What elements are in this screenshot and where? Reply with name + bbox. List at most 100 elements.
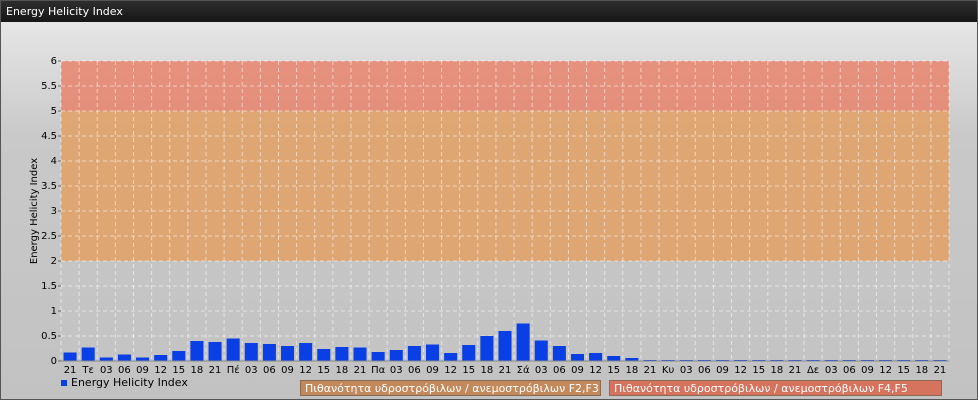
- y-tick-label: 4: [51, 156, 57, 167]
- x-tick-label: 15: [317, 365, 330, 376]
- bar: [552, 346, 566, 361]
- legend-series-label: Energy Helicity Index: [71, 376, 188, 389]
- bar: [407, 346, 421, 361]
- x-tick-label: 09: [861, 365, 874, 376]
- x-tick-label: 03: [535, 365, 548, 376]
- bar: [244, 343, 258, 361]
- x-tick-label: 03: [390, 365, 403, 376]
- x-tick-label: 06: [263, 365, 276, 376]
- y-tick-label: 5: [51, 106, 57, 117]
- x-tick-label: 12: [734, 365, 747, 376]
- y-tick-label: 0: [51, 356, 57, 367]
- x-tick-label: 18: [770, 365, 783, 376]
- bar: [63, 352, 77, 361]
- y-tick-label: 1.5: [41, 281, 57, 292]
- x-tick-label: 03: [100, 365, 113, 376]
- bar: [208, 342, 222, 361]
- y-tick-label: 2: [51, 256, 57, 267]
- bar: [99, 357, 113, 361]
- bar: [262, 344, 276, 361]
- x-tick-label: 15: [462, 365, 475, 376]
- legend: Energy Helicity Index: [61, 376, 188, 389]
- x-tick-label: 15: [752, 365, 765, 376]
- x-tick-label: 15: [607, 365, 620, 376]
- x-tick-label: 09: [281, 365, 294, 376]
- bar: [335, 347, 349, 361]
- bar: [371, 352, 385, 361]
- bar: [607, 356, 621, 361]
- y-tick-label: 5.5: [41, 81, 57, 92]
- x-tick-label: 15: [172, 365, 185, 376]
- x-tick-label: 15: [897, 365, 910, 376]
- bar: [190, 341, 204, 361]
- bar: [81, 347, 95, 361]
- bar: [462, 345, 476, 361]
- x-tick-label: 06: [843, 365, 856, 376]
- x-tick-label: 12: [444, 365, 457, 376]
- x-tick-label: 06: [408, 365, 421, 376]
- bar: [480, 336, 494, 361]
- y-tick-label: 6: [51, 56, 57, 67]
- x-tick-label: Πέ: [227, 364, 240, 376]
- x-tick-label: 21: [64, 365, 77, 376]
- x-tick-label: 18: [191, 365, 204, 376]
- y-tick-label: 3.5: [41, 181, 57, 192]
- bar: [425, 344, 440, 361]
- x-tick-label: 06: [553, 365, 566, 376]
- bar: [281, 346, 295, 361]
- band-legend-f4f5: Πιθανότητα υδροστρόβιλων / ανεμοστρόβιλω…: [609, 380, 942, 396]
- x-tick-label: 03: [825, 365, 838, 376]
- x-tick-label: 09: [571, 365, 584, 376]
- y-tick-label: 1: [51, 306, 57, 317]
- x-tick-label: 12: [589, 365, 602, 376]
- x-tick-label: 21: [934, 365, 947, 376]
- x-tick-label: 09: [136, 365, 149, 376]
- bar: [389, 350, 403, 361]
- y-tick-label: 3: [51, 206, 57, 217]
- x-tick-label: 12: [299, 365, 312, 376]
- y-axis-label: Energy Helicity Index: [29, 158, 40, 264]
- y-tick-label: 4.5: [41, 131, 57, 142]
- x-tick-label: 12: [154, 365, 167, 376]
- x-tick-label: Πα: [371, 365, 386, 376]
- x-tick-label: 18: [625, 365, 638, 376]
- x-tick-label: 18: [915, 365, 928, 376]
- bar: [226, 338, 240, 361]
- x-tick-label: 06: [698, 365, 711, 376]
- band-legend-f2f3: Πιθανότητα υδροστρόβιλων / ανεμοστρόβιλω…: [300, 380, 601, 396]
- y-tick-label: 0.5: [41, 331, 57, 342]
- x-tick-label: 18: [481, 365, 494, 376]
- bar: [317, 349, 331, 361]
- x-tick-label: 21: [644, 365, 657, 376]
- bar: [172, 351, 186, 361]
- bar: [299, 343, 313, 361]
- bar: [534, 340, 548, 361]
- bar: [353, 347, 367, 361]
- x-tick-label: 06: [118, 365, 131, 376]
- x-tick-label: 03: [245, 365, 258, 376]
- x-tick-label: Τε: [81, 365, 94, 376]
- x-tick-label: Κυ: [662, 365, 675, 376]
- y-tick-label: 2.5: [41, 231, 57, 242]
- x-tick-label: 21: [354, 365, 367, 376]
- bar: [136, 357, 150, 361]
- bar: [444, 353, 458, 361]
- x-tick-label: Δε: [807, 365, 819, 376]
- x-tick-label: 21: [499, 365, 512, 376]
- x-tick-label: 03: [680, 365, 693, 376]
- bar: [516, 323, 530, 361]
- legend-swatch: [61, 379, 67, 386]
- bar: [498, 331, 512, 361]
- bar: [117, 354, 131, 361]
- x-tick-label: 21: [209, 365, 222, 376]
- chart-window: Energy Helicity Index 0 0.5 1 1.5 2 2.5 3 3.5 4 4…: [0, 0, 978, 400]
- bar: [589, 353, 603, 361]
- x-tick-label: 09: [716, 365, 729, 376]
- ehi-chart: 0 0.5 1 1.5 2 2.5 3 3.5 4 4.5 5 5.5 6 Energy Helicity…: [29, 56, 950, 376]
- bar: [570, 354, 585, 361]
- x-tick-label: Σά: [517, 364, 530, 376]
- x-tick-label: 21: [789, 365, 802, 376]
- bar: [154, 355, 168, 361]
- x-tick-label: 18: [336, 365, 349, 376]
- x-tick-label: 09: [426, 365, 439, 376]
